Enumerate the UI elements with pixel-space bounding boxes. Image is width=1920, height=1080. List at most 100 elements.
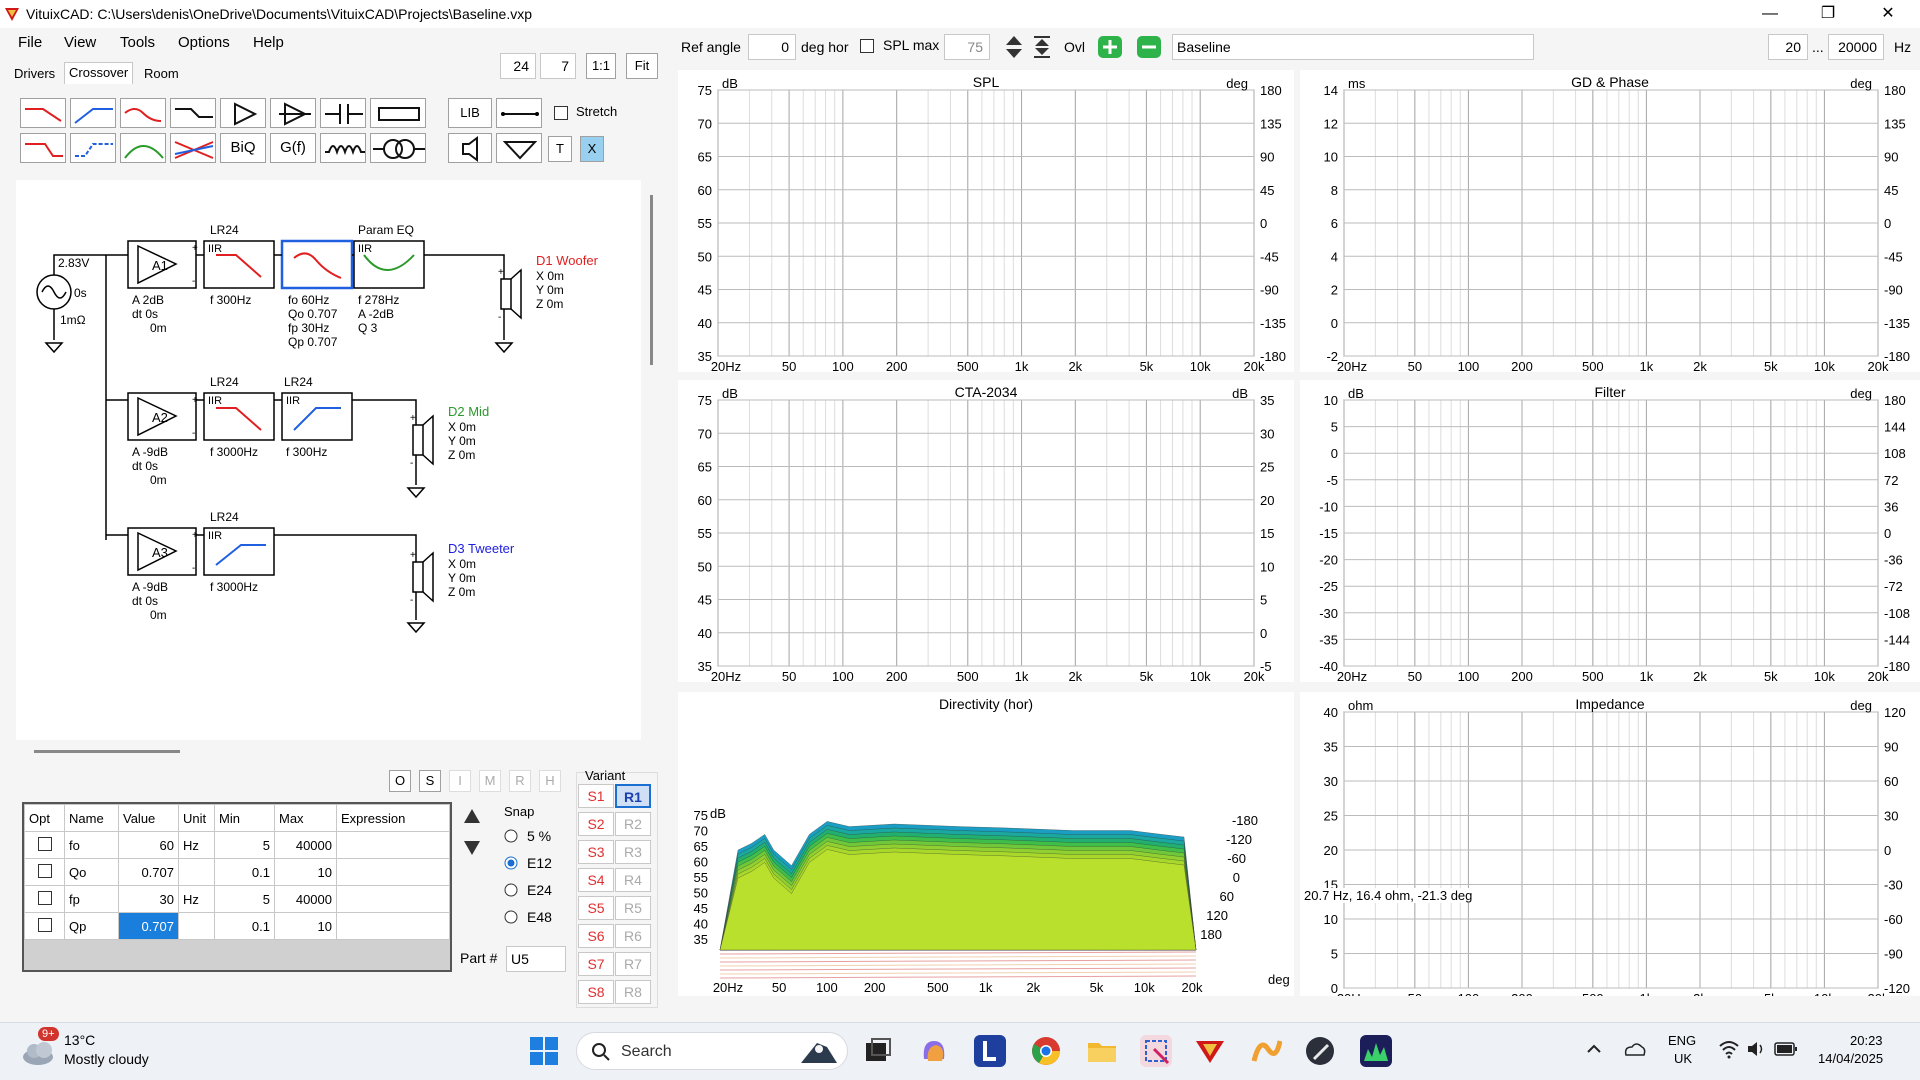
opt-checkbox[interactable] — [37, 836, 52, 851]
max-cell[interactable]: 10 — [274, 912, 337, 940]
menu-help[interactable]: Help — [253, 34, 284, 51]
biquad-button[interactable]: BiQ — [220, 133, 266, 163]
app-pen-icon[interactable] — [1304, 1035, 1336, 1067]
spl-max-input[interactable]: 75 — [944, 34, 990, 60]
max-cell[interactable]: 10 — [274, 858, 337, 886]
mode-h-button[interactable]: H — [539, 770, 561, 792]
opt-cell[interactable] — [24, 858, 65, 886]
shelf-tool-button[interactable] — [170, 98, 216, 128]
invert-buffer-tool-button[interactable] — [270, 98, 316, 128]
value-cell[interactable]: 0.707 — [118, 858, 179, 886]
move-up-arrow-icon[interactable] — [462, 806, 482, 826]
freq-max-input[interactable]: 20000 — [1828, 34, 1884, 60]
snapshot-s3-button[interactable]: S3 — [578, 840, 614, 864]
volume-icon[interactable] — [1746, 1039, 1768, 1059]
add-overlay-icon[interactable] — [1097, 35, 1123, 59]
schematic-hscrollbar[interactable] — [34, 750, 180, 753]
clock-time[interactable]: 20:23 — [1850, 1033, 1883, 1048]
schematic-vscrollbar[interactable] — [650, 195, 653, 365]
min-cell[interactable]: 0.1 — [214, 912, 275, 940]
close-button[interactable]: ✕ — [1860, 0, 1916, 28]
expression-cell[interactable] — [336, 831, 450, 859]
onedrive-cloud-icon[interactable] — [1622, 1039, 1646, 1059]
fit-button[interactable]: Fit — [626, 53, 658, 79]
snap-e12-radio[interactable] — [503, 855, 519, 871]
value-cell-selected[interactable]: 0.707 — [118, 912, 179, 940]
freq-min-input[interactable]: 20 — [1768, 34, 1808, 60]
driver-d1-name[interactable]: D1 Woofer — [536, 254, 598, 268]
bandpass-tool-button[interactable] — [120, 133, 166, 163]
mode-r-button[interactable]: R — [509, 770, 531, 792]
snapshot-s2-button[interactable]: S2 — [578, 812, 614, 836]
move-down-arrow-icon[interactable] — [462, 838, 482, 858]
library-button[interactable]: LIB — [448, 98, 492, 128]
variant-r2-button[interactable]: R2 — [615, 812, 651, 836]
menu-options[interactable]: Options — [178, 34, 230, 51]
snapshot-s4-button[interactable]: S4 — [578, 868, 614, 892]
amp-a3-name[interactable]: A3 — [152, 546, 168, 560]
zoom-y-input[interactable]: 7 — [540, 53, 576, 79]
variant-r4-button[interactable]: R4 — [615, 868, 651, 892]
spl-fit-icon[interactable] — [1032, 34, 1052, 60]
min-cell[interactable]: 0.1 — [214, 858, 275, 886]
opt-cell[interactable] — [24, 912, 65, 940]
value-cell[interactable]: 60 — [118, 831, 179, 859]
minimize-button[interactable]: — — [1742, 0, 1798, 28]
chrome-icon[interactable] — [1030, 1035, 1062, 1067]
max-cell[interactable]: 40000 — [274, 831, 337, 859]
language-code[interactable]: ENG — [1668, 1033, 1696, 1048]
inductor-tool-button[interactable] — [320, 133, 366, 163]
mode-o-button[interactable]: O — [389, 770, 411, 792]
opt-checkbox[interactable] — [37, 917, 52, 932]
stretch-checkbox[interactable] — [554, 106, 568, 120]
ratio-button[interactable]: 1:1 — [586, 53, 616, 79]
highpass-tool-button[interactable] — [70, 98, 116, 128]
file-explorer-icon[interactable] — [1086, 1035, 1118, 1067]
tab-room[interactable]: Room — [140, 66, 183, 81]
app-wave-icon[interactable] — [1250, 1035, 1282, 1067]
battery-icon[interactable] — [1774, 1041, 1798, 1057]
mode-m-button[interactable]: M — [479, 770, 501, 792]
part-number-input[interactable]: U5 — [506, 946, 566, 972]
menu-file[interactable]: File — [18, 34, 42, 51]
driver-tool-button[interactable] — [448, 133, 492, 163]
zoom-x-input[interactable]: 24 — [500, 53, 536, 79]
gd-phase-chart[interactable]: GD & Phase 14 180 12 135 10 90 8 45 6 0 4 -45 2 -90 0-… — [1300, 70, 1920, 374]
search-box[interactable]: Search — [576, 1032, 848, 1070]
wifi-icon[interactable] — [1718, 1039, 1740, 1059]
lowpass-tool-button[interactable] — [20, 98, 66, 128]
delete-tool-button[interactable]: X — [580, 136, 604, 162]
snapshot-s5-button[interactable]: S5 — [578, 896, 614, 920]
expression-cell[interactable] — [336, 885, 450, 913]
spl-spinner-icon[interactable] — [1004, 34, 1024, 60]
schematic-canvas[interactable]: + - + - + - + - + - + - 2.83V 0s 1mΩ A1 A 2dB … — [16, 180, 641, 740]
min-cell[interactable]: 5 — [214, 885, 275, 913]
ground-tool-button[interactable] — [496, 133, 542, 163]
chevron-up-icon[interactable] — [1586, 1041, 1602, 1057]
snapshot-s1-button[interactable]: S1 — [578, 784, 614, 808]
peak-lowpass-tool-button[interactable] — [120, 98, 166, 128]
amp-a1-name[interactable]: A1 — [152, 259, 168, 273]
value-cell[interactable]: 30 — [118, 885, 179, 913]
variant-r5-button[interactable]: R5 — [615, 896, 651, 920]
snapshot-s7-button[interactable]: S7 — [578, 952, 614, 976]
variant-r7-button[interactable]: R7 — [615, 952, 651, 976]
variant-r3-button[interactable]: R3 — [615, 840, 651, 864]
tab-drivers[interactable]: Drivers — [10, 66, 59, 81]
driver-d3-name[interactable]: D3 Tweeter — [448, 542, 514, 556]
keyboard-layout[interactable]: UK — [1674, 1051, 1692, 1066]
spl-max-checkbox[interactable] — [860, 39, 874, 53]
spl-chart[interactable]: SPL 75 180 70 135 65 90 60 45 55 0 50 -45 45 -90 40 -13… — [678, 70, 1294, 374]
snap-e48-radio[interactable] — [503, 909, 519, 925]
gf-button[interactable]: G(f) — [270, 133, 316, 163]
expression-cell[interactable] — [336, 858, 450, 886]
remove-overlay-icon[interactable] — [1136, 35, 1162, 59]
snapshot-s6-button[interactable]: S6 — [578, 924, 614, 948]
snap-e24-radio[interactable] — [503, 882, 519, 898]
buffer-tool-button[interactable] — [220, 98, 266, 128]
amp-a2-name[interactable]: A2 — [152, 411, 168, 425]
menu-view[interactable]: View — [64, 34, 96, 51]
task-view-icon[interactable] — [862, 1035, 894, 1067]
opt-cell[interactable] — [24, 885, 65, 913]
snipping-tool-icon[interactable] — [1140, 1035, 1172, 1067]
